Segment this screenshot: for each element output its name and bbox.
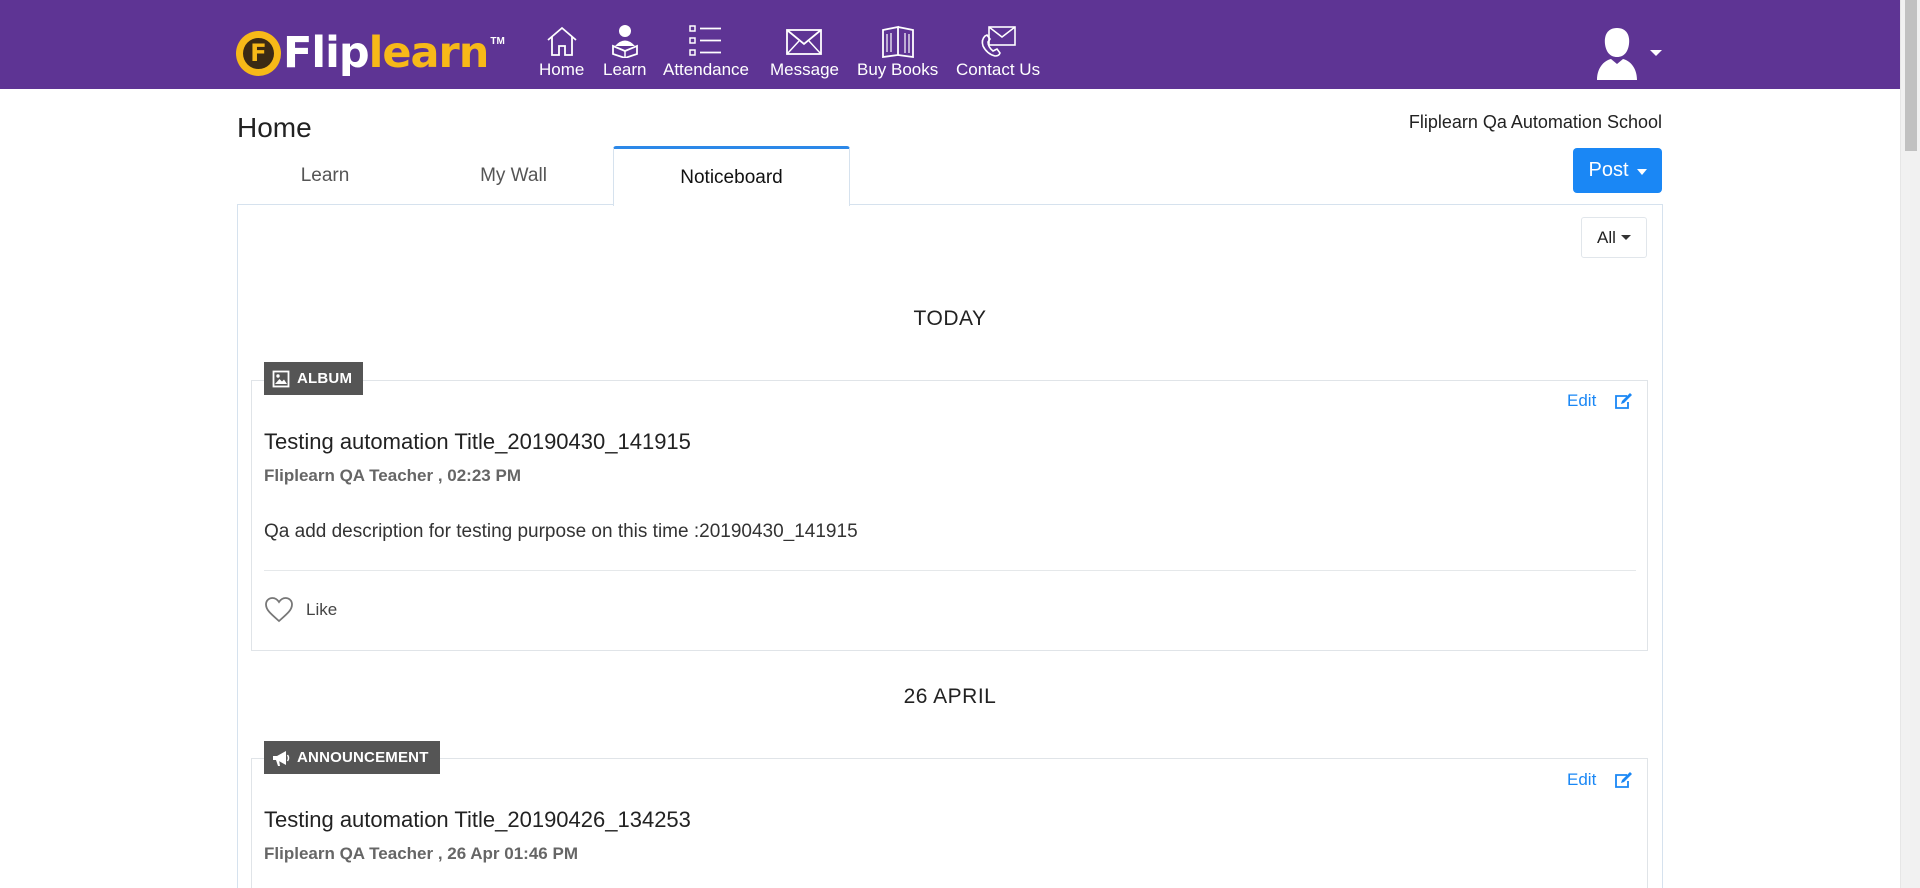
nav-contact-us-label: Contact Us: [956, 60, 1041, 79]
post-card: [251, 380, 1648, 651]
chevron-down-icon: [1636, 168, 1647, 175]
edit-icon[interactable]: [1613, 771, 1633, 789]
page-title: Home: [237, 112, 312, 143]
post-description: Qa add description for testing purpose o…: [264, 521, 858, 542]
post-type-label: ALBUM: [297, 370, 353, 387]
scrollbar-thumb[interactable]: [1905, 0, 1917, 151]
page-scrollbar[interactable]: [1900, 0, 1920, 888]
nav-message[interactable]: Message: [770, 24, 839, 80]
contact-icon: [981, 26, 1016, 57]
post-author-time: Fliplearn QA Teacher , 02:23 PM: [264, 466, 521, 485]
edit-post-link[interactable]: Edit: [1567, 391, 1596, 411]
filter-dropdown[interactable]: All: [1581, 217, 1647, 258]
post-author-time: Fliplearn QA Teacher , 26 Apr 01:46 PM: [264, 844, 578, 863]
home-icon: [547, 26, 577, 56]
tab-noticeboard[interactable]: Noticeboard: [613, 146, 850, 206]
like-button[interactable]: Like: [306, 600, 337, 620]
logo-wordmark: Fliplearn: [283, 27, 489, 78]
post-button[interactable]: Post: [1573, 148, 1662, 193]
nav-message-label: Message: [770, 60, 839, 79]
edit-post-link[interactable]: Edit: [1567, 770, 1596, 790]
nav-buy-books-label: Buy Books: [857, 60, 939, 79]
home-tabs: Learn My Wall Noticeboard: [237, 146, 1663, 206]
books-icon: [881, 25, 914, 58]
post-button-label: Post: [1588, 159, 1629, 181]
image-icon: [272, 370, 290, 387]
user-avatar[interactable]: [1594, 26, 1640, 80]
post-type-badge: ALBUM: [264, 362, 364, 395]
date-heading: 26 APRIL: [903, 685, 997, 708]
nav-buy-books[interactable]: Buy Books: [857, 24, 938, 80]
nav-attendance-label: Attendance: [663, 60, 750, 79]
nav-attendance[interactable]: Attendance: [663, 24, 749, 80]
chevron-down-icon: [1620, 235, 1631, 240]
fliplearn-logo[interactable]: F Fliplearn TM: [236, 26, 505, 80]
date-heading: TODAY: [913, 307, 987, 330]
nav-contact-us[interactable]: Contact Us: [956, 24, 1040, 80]
message-icon: [786, 29, 823, 55]
learn-icon: [611, 25, 638, 58]
attendance-icon: [689, 25, 721, 56]
school-name: Fliplearn Qa Automation School: [1408, 112, 1662, 132]
megaphone-icon: [273, 750, 290, 766]
post-title: Testing automation Title_20190430_141915: [264, 429, 691, 454]
logo-trademark: TM: [490, 36, 505, 47]
heart-icon[interactable]: [264, 596, 294, 623]
filter-selected-label: All: [1597, 227, 1616, 247]
post-type-badge: ANNOUNCEMENT: [264, 741, 440, 774]
user-menu-caret-icon[interactable]: [1650, 50, 1662, 56]
nav-learn[interactable]: Learn: [603, 24, 646, 80]
post-type-label: ANNOUNCEMENT: [297, 749, 429, 766]
tab-my-wall[interactable]: My Wall: [413, 146, 614, 205]
top-navbar: F Fliplearn TM Home Learn Attendance Mes…: [0, 0, 1900, 89]
nav-home[interactable]: Home: [539, 24, 584, 80]
logo-badge: F: [236, 30, 281, 76]
post-title: Testing automation Title_20190426_134253: [264, 807, 691, 832]
nav-home-label: Home: [539, 60, 585, 79]
tab-learn[interactable]: Learn: [237, 146, 413, 205]
post-divider: [264, 570, 1636, 571]
nav-learn-label: Learn: [603, 60, 647, 79]
edit-icon[interactable]: [1613, 392, 1633, 410]
